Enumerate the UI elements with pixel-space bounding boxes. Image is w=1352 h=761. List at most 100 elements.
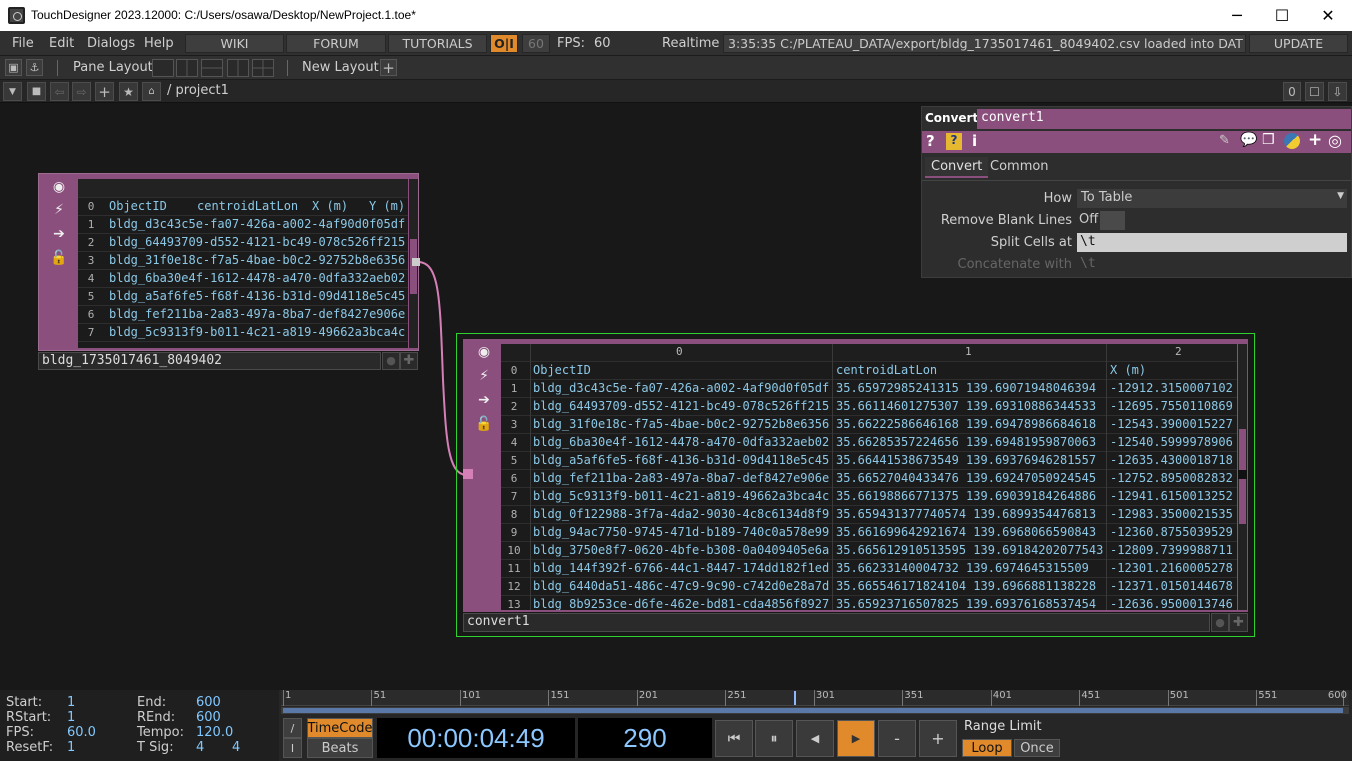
range-bar[interactable] <box>281 707 1349 714</box>
row-number: 6 <box>87 308 95 321</box>
ruler-tick <box>813 690 815 706</box>
remove-blank-toggle[interactable] <box>1100 211 1125 230</box>
file-dat-node[interactable]: ◉ ⚡ ➔ 🔓 0 ObjectID centroidLatLon X (m) … <box>38 173 420 351</box>
ruler-label: 600 <box>1327 690 1347 701</box>
header-cell: ObjectID <box>533 363 591 377</box>
object-id-cell: bldg_fef211ba-2a83-497a-8ba7-def8427e906… <box>533 471 830 485</box>
ruler-label: 1 <box>285 690 292 701</box>
convert-dat-node[interactable]: ◉ ⚡ ➔ 🔓 0 1 2 0 ObjectID centroidLatLon … <box>463 339 1248 612</box>
node1-name[interactable]: bldg_1735017461_8049402 <box>38 352 381 370</box>
ruler-label: 501 <box>1169 690 1189 701</box>
tempo-value[interactable]: 120.0 <box>196 725 233 740</box>
ruler-tick <box>902 690 904 706</box>
tab-convert[interactable]: Convert <box>925 157 989 178</box>
ruler-label: 401 <box>992 690 1012 701</box>
lock-icon[interactable]: 🔓 <box>48 248 70 268</box>
concatenate-field[interactable]: \t <box>1077 255 1347 274</box>
output-connector[interactable] <box>1238 470 1247 479</box>
fps-label: FPS: <box>6 725 34 740</box>
info-icon[interactable]: i <box>972 132 977 150</box>
loop-button[interactable]: Loop <box>962 739 1012 757</box>
add-icon[interactable]: + <box>1308 130 1322 150</box>
row-number: 4 <box>510 436 518 449</box>
pause-icon[interactable]: ⏸ <box>755 720 793 757</box>
python-help-icon[interactable]: ? <box>946 133 962 150</box>
concatenate-label: Concatenate with <box>957 257 1073 272</box>
object-id-cell: bldg_31f0e18c-f7a5-4bae-b0c2-92752b8e635… <box>109 253 406 267</box>
table-row: 2 bldg_64493709-d552-4121-bc49-078c526ff2… <box>501 398 1237 416</box>
step-back-button[interactable]: - <box>878 720 916 757</box>
x-cell: -12540.5999978906 <box>1110 435 1233 449</box>
frame-display[interactable]: 290 <box>578 718 712 758</box>
object-id-cell: bldg_31f0e18c-f7a5-4bae-b0c2-92752b8e635… <box>533 417 830 431</box>
beats-button[interactable]: Beats <box>307 738 373 758</box>
object-id-cell: bldg_144f392f-6766-44c1-8447-174dd182f1e… <box>533 561 830 575</box>
object-id-cell: bldg_6ba30e4f-1612-4478-a470-0dfa332aeb0… <box>109 271 406 285</box>
rend-label: REnd: <box>137 710 176 725</box>
playhead[interactable] <box>794 691 797 705</box>
timeline-ruler[interactable]: 1 51 101 151 201 251 301 351 401 451 501 551 600 <box>281 690 1349 706</box>
comment-icon[interactable]: 💬 <box>1240 132 1257 148</box>
row-number: 7 <box>87 326 95 339</box>
node2-name[interactable]: convert1 <box>463 613 1210 632</box>
latlon-cell: 35.66198866771375 139.69039184264886 <box>836 489 1097 503</box>
node1-viewer-toggle[interactable]: ● <box>382 352 400 370</box>
play-backward-icon[interactable]: ◀ <box>796 720 834 757</box>
x-cell: -12941.6150013252 <box>1110 489 1233 503</box>
range-bar-fill <box>283 708 1343 713</box>
rstart-value[interactable]: 1 <box>67 710 75 725</box>
input-connector[interactable] <box>463 469 473 479</box>
remove-blank-label: Remove Blank Lines <box>940 213 1072 228</box>
param-tabs: Convert Common <box>922 153 1351 181</box>
tab-common[interactable]: Common <box>990 159 1049 174</box>
row-number: 6 <box>510 472 518 485</box>
split-cells-field[interactable]: \t <box>1077 233 1347 252</box>
start-value[interactable]: 1 <box>67 695 75 710</box>
end-value[interactable]: 600 <box>196 695 221 710</box>
how-dropdown[interactable]: To Table ▼ <box>1077 189 1347 208</box>
ruler-label: 151 <box>550 690 570 701</box>
python-icon[interactable] <box>1284 133 1300 149</box>
timeline-slash-button[interactable]: / <box>283 718 302 738</box>
clone-icon[interactable]: ❒ <box>1262 132 1275 148</box>
latlon-cell: 35.66285357224656 139.69481959870063 <box>836 435 1097 449</box>
resetf-value[interactable]: 1 <box>67 740 75 755</box>
timecode-display[interactable]: 00:00:04:49 <box>377 718 575 758</box>
output-connector[interactable] <box>412 258 420 266</box>
ruler-tick <box>371 690 373 706</box>
remove-blank-value: Off <box>1079 212 1099 227</box>
node1-expand-icon[interactable]: ✚ <box>400 352 418 370</box>
bypass-icon[interactable]: ⚡ <box>48 200 70 220</box>
op-name-field[interactable]: convert1 <box>977 109 1351 129</box>
table-row-partial <box>78 342 408 348</box>
bypass-icon[interactable]: ⚡ <box>473 366 495 386</box>
object-id-cell: bldg_64493709-d552-4121-bc49-078c526ff21… <box>109 235 406 249</box>
node2-viewer-toggle[interactable]: ● <box>1211 613 1229 632</box>
play-forward-icon[interactable]: ▶ <box>837 720 875 757</box>
once-button[interactable]: Once <box>1014 739 1060 757</box>
table-row: 10 bldg_3750e8f7-0620-4bfe-b308-0a0409405… <box>501 542 1237 560</box>
viewer-active-icon[interactable]: ◉ <box>48 177 70 197</box>
tsig-denominator[interactable]: 4 <box>232 740 240 755</box>
viewer-active-icon[interactable]: ◉ <box>473 342 495 362</box>
fps-value[interactable]: 60.0 <box>67 725 96 740</box>
table-column-header <box>78 179 408 198</box>
timeline-pipe-button[interactable]: I <box>283 738 302 758</box>
table-column-index-row: 0 1 2 <box>501 344 1237 362</box>
tsig-numerator[interactable]: 4 <box>196 740 204 755</box>
rewind-icon[interactable]: ⏮ <box>715 720 753 757</box>
header-cell: X (m) <box>312 199 349 213</box>
rend-value[interactable]: 600 <box>196 710 221 725</box>
target-icon[interactable]: ◎ <box>1328 131 1342 150</box>
export-arrow-icon[interactable]: ➔ <box>48 224 70 244</box>
edit-icon[interactable]: ✎ <box>1219 133 1230 148</box>
ruler-label: 551 <box>1258 690 1278 701</box>
node2-expand-icon[interactable]: ✚ <box>1229 613 1248 632</box>
x-cell: -12371.0150144678 <box>1110 579 1233 593</box>
step-forward-button[interactable]: + <box>919 720 957 757</box>
latlon-cell: 35.665546171824104 139.6966881138228 <box>836 579 1097 593</box>
export-arrow-icon[interactable]: ➔ <box>473 390 495 410</box>
help-icon[interactable]: ? <box>926 132 935 150</box>
timecode-button[interactable]: TimeCode <box>307 718 373 738</box>
lock-icon[interactable]: 🔓 <box>473 414 495 434</box>
